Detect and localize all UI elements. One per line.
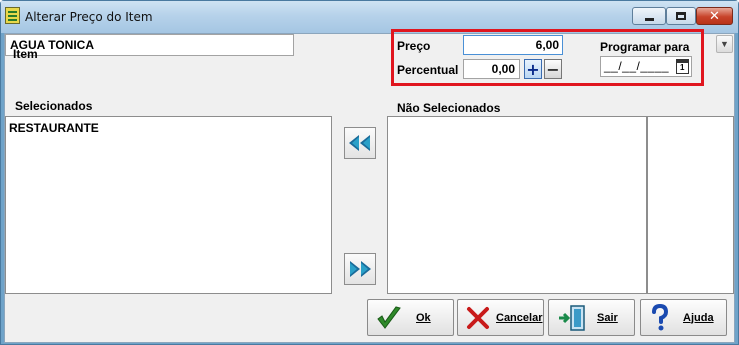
app-icon (5, 7, 20, 24)
double-right-arrow-icon (350, 261, 371, 277)
preco-input[interactable]: 6,00 (463, 35, 563, 55)
move-right-button[interactable] (344, 253, 376, 285)
close-icon: ✕ (709, 8, 720, 24)
window-title: Alterar Preço do Item (25, 10, 153, 24)
ok-button-label: Ok (416, 311, 431, 324)
close-button[interactable]: ✕ (696, 7, 733, 25)
minimize-icon (644, 17, 654, 21)
maximize-icon (676, 12, 686, 20)
help-button[interactable]: Ajuda (640, 299, 727, 336)
exit-door-icon (559, 304, 585, 331)
maximize-button[interactable] (666, 7, 696, 25)
calendar-icon[interactable]: 1 (676, 59, 689, 74)
preco-label: Preço (397, 39, 431, 53)
minus-button[interactable]: − (544, 59, 562, 79)
chevron-down-icon[interactable]: ▼ (716, 35, 733, 53)
help-button-label: Ajuda (683, 311, 714, 324)
move-left-button[interactable] (344, 127, 376, 159)
nao-selecionados-side-panel[interactable] (647, 116, 734, 294)
x-icon (467, 306, 489, 329)
list-item[interactable]: RESTAURANTE (9, 121, 99, 135)
double-left-arrow-icon (349, 135, 370, 151)
calendar-day: 1 (680, 63, 685, 72)
percentual-input[interactable]: 0,00 (463, 59, 520, 79)
exit-button-label: Sair (597, 311, 618, 324)
selecionados-label: Selecionados (15, 99, 93, 113)
dialog-window: Alterar Preço do Item ✕ Item AGUA TONICA… (0, 0, 739, 345)
programar-para-label: Programar para (600, 40, 690, 54)
selecionados-list[interactable]: RESTAURANTE (5, 116, 332, 294)
cancel-button-label: Cancelar (496, 311, 543, 324)
dialog-body: Item AGUA TONICA ▼ Preço 6,00 Percentual… (4, 29, 735, 343)
schedule-date-value: __/__/____ (604, 59, 670, 73)
minimize-button[interactable] (632, 7, 666, 25)
item-select[interactable]: AGUA TONICA ▼ (5, 34, 733, 56)
item-select-value: AGUA TONICA (10, 38, 94, 52)
ok-button[interactable]: Ok (367, 299, 454, 336)
nao-selecionados-list[interactable] (387, 116, 647, 294)
checkmark-icon (377, 305, 401, 329)
nao-selecionados-label: Não Selecionados (397, 101, 501, 115)
question-mark-icon (652, 303, 669, 330)
exit-button[interactable]: Sair (548, 299, 635, 336)
percentual-label: Percentual (397, 63, 459, 77)
cancel-button[interactable]: Cancelar (457, 299, 544, 336)
schedule-date-input[interactable]: __/__/____ 1 (600, 56, 692, 77)
plus-button[interactable]: + (524, 59, 542, 79)
